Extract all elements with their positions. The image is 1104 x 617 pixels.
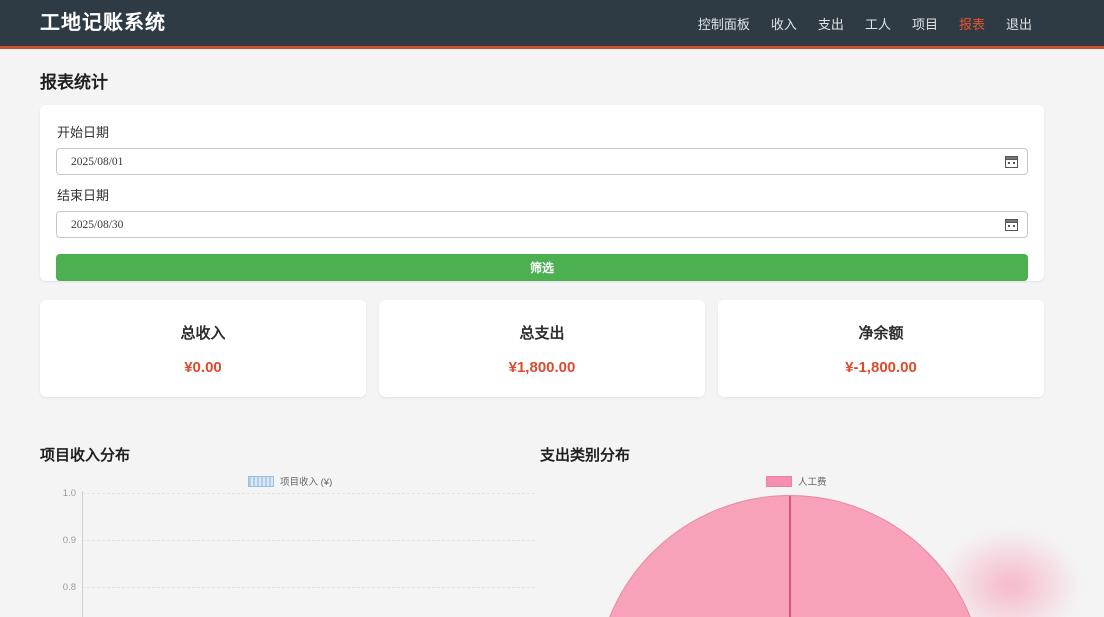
- start-date-input[interactable]: [56, 148, 1028, 175]
- legend-label: 人工费: [798, 474, 827, 488]
- start-date-field: [56, 148, 1028, 175]
- expense-chart-legend[interactable]: 人工费: [766, 474, 827, 488]
- total-income-card: 总收入 ¥0.00: [40, 300, 366, 397]
- stat-title: 总支出: [519, 322, 564, 343]
- nav-item-dashboard[interactable]: 控制面板: [698, 14, 750, 33]
- nav-item-reports[interactable]: 报表: [959, 14, 985, 33]
- stat-value: ¥1,800.00: [509, 359, 576, 376]
- nav-item-income[interactable]: 收入: [771, 14, 797, 33]
- main-nav: 控制面板 收入 支出 工人 项目 报表 退出: [698, 0, 1032, 46]
- expense-chart-title: 支出类别分布: [540, 444, 630, 465]
- y-tick: 0.8: [46, 582, 76, 593]
- nav-item-logout[interactable]: 退出: [1006, 14, 1032, 33]
- income-chart-title: 项目收入分布: [40, 444, 130, 465]
- page-title: 报表统计: [40, 68, 108, 93]
- top-navbar: 工地记账系统 控制面板 收入 支出 工人 项目 报表 退出: [0, 0, 1104, 49]
- nav-item-workers[interactable]: 工人: [865, 14, 891, 33]
- calendar-icon[interactable]: [1005, 155, 1018, 168]
- gridline: [82, 493, 535, 494]
- gridline: [82, 587, 535, 588]
- end-date-label: 结束日期: [57, 185, 1028, 204]
- gridline: [82, 540, 535, 541]
- legend-swatch-pink: [766, 476, 792, 487]
- legend-label: 项目收入 (¥): [280, 474, 332, 488]
- income-chart-legend[interactable]: 项目收入 (¥): [248, 474, 332, 488]
- y-tick: 0.9: [46, 535, 76, 546]
- app-title: 工地记账系统: [40, 0, 166, 46]
- stat-title: 总收入: [180, 322, 225, 343]
- y-tick: 1.0: [46, 488, 76, 499]
- total-expense-card: 总支出 ¥1,800.00: [379, 300, 705, 397]
- net-balance-card: 净余额 ¥-1,800.00: [718, 300, 1044, 397]
- nav-item-projects[interactable]: 项目: [912, 14, 938, 33]
- end-date-input[interactable]: [56, 211, 1028, 238]
- calendar-icon[interactable]: [1005, 218, 1018, 231]
- summary-cards-row: 总收入 ¥0.00 总支出 ¥1,800.00 净余额 ¥-1,800.00: [40, 300, 1044, 397]
- stat-value: ¥0.00: [184, 359, 222, 376]
- stat-title: 净余额: [858, 322, 903, 343]
- end-date-field: [56, 211, 1028, 238]
- start-date-label: 开始日期: [57, 122, 1028, 141]
- pie-slice-boundary-line: [789, 496, 791, 617]
- filter-submit-button[interactable]: 筛选: [56, 254, 1028, 281]
- legend-swatch-blue-striped: [248, 476, 274, 487]
- y-axis-line: [82, 491, 83, 617]
- stat-value: ¥-1,800.00: [845, 359, 917, 376]
- filter-card: 开始日期 结束日期 筛选: [40, 105, 1044, 281]
- nav-item-expense[interactable]: 支出: [818, 14, 844, 33]
